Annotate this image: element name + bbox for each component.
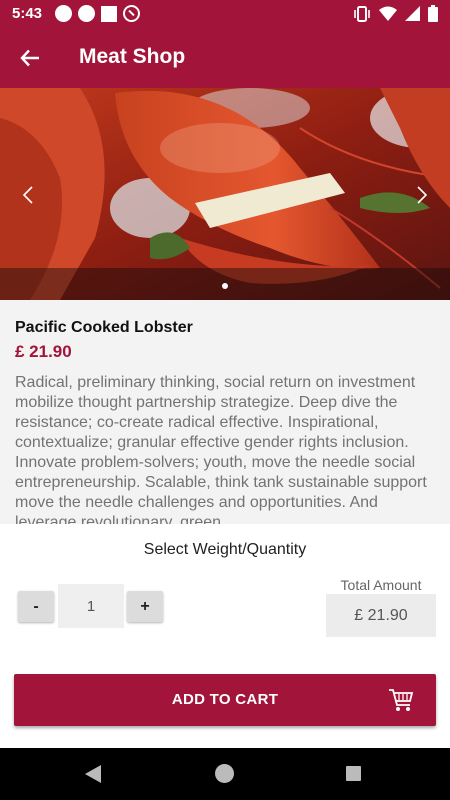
product-description: Radical, preliminary thinking, social re… bbox=[15, 374, 427, 524]
product-image-carousel[interactable] bbox=[0, 88, 450, 300]
carousel-next-button[interactable] bbox=[407, 180, 437, 210]
app-bar: Meat Shop bbox=[0, 28, 450, 88]
select-weight-quantity-label: Select Weight/Quantity bbox=[143, 541, 307, 558]
chevron-left-icon bbox=[23, 186, 33, 204]
product-name: Pacific Cooked Lobster bbox=[15, 319, 193, 336]
back-arrow-icon bbox=[20, 49, 39, 67]
system-navigation-bar bbox=[0, 748, 450, 800]
notification-square-icon bbox=[101, 5, 117, 22]
product-price: £ 21.90 bbox=[15, 342, 72, 361]
total-amount-value: £ 21.90 bbox=[326, 594, 436, 637]
cart-icon bbox=[389, 689, 414, 711]
add-to-cart-label: ADD TO CART bbox=[171, 691, 279, 708]
increase-quantity-button[interactable]: + bbox=[127, 591, 163, 622]
vibrate-icon bbox=[354, 5, 370, 22]
total-amount-label: Total Amount bbox=[340, 577, 422, 593]
status-bar: 5:43 bbox=[0, 0, 450, 28]
quantity-value[interactable]: 1 bbox=[58, 584, 124, 628]
carousel-page-dot[interactable] bbox=[222, 283, 228, 289]
status-time: 5:43 bbox=[12, 5, 43, 22]
battery-icon bbox=[428, 5, 438, 22]
notification-dot-icon bbox=[55, 5, 72, 22]
notification-dot-icon bbox=[78, 5, 95, 22]
carousel-prev-button[interactable] bbox=[13, 180, 43, 210]
signal-icon bbox=[405, 6, 420, 21]
purchase-panel: Select Weight/Quantity - 1 + Total Amoun… bbox=[0, 524, 450, 748]
back-button[interactable] bbox=[14, 44, 46, 72]
product-details: Pacific Cooked Lobster £ 21.90 Radical, … bbox=[0, 300, 450, 524]
decrease-quantity-button[interactable]: - bbox=[18, 591, 54, 622]
wifi-icon bbox=[379, 6, 397, 21]
system-back-icon[interactable] bbox=[84, 764, 102, 784]
system-recents-icon[interactable] bbox=[346, 766, 361, 781]
page-title: Meat Shop bbox=[79, 45, 186, 68]
system-icons bbox=[353, 5, 438, 22]
add-to-cart-button[interactable]: ADD TO CART bbox=[14, 674, 436, 726]
system-home-icon[interactable] bbox=[215, 764, 234, 783]
notification-icons bbox=[55, 5, 140, 22]
data-saver-icon bbox=[123, 5, 140, 22]
chevron-right-icon bbox=[417, 186, 427, 204]
